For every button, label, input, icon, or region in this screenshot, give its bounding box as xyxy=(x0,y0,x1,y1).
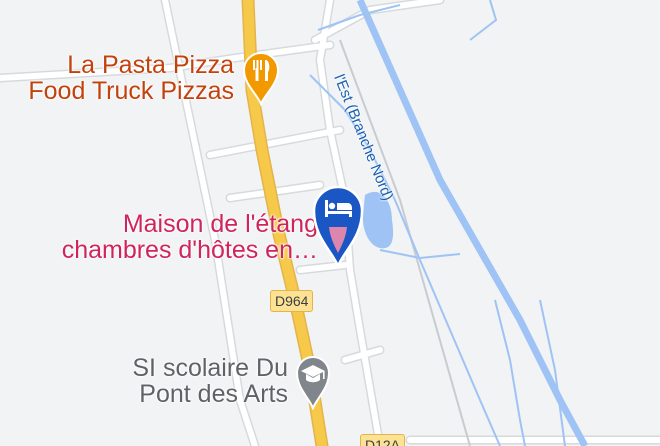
poi-label-line1: Maison de l'étang xyxy=(122,210,318,238)
poi-label-line1: La Pasta Pizza xyxy=(67,51,234,79)
poi-label-line2: Pont des Arts xyxy=(139,380,288,409)
restaurant-pin[interactable] xyxy=(242,50,280,106)
poi-label-line1: SI scolaire Du xyxy=(132,354,288,382)
road-shield-d964: D964 xyxy=(270,290,314,312)
poi-label-la-pasta-pizza[interactable]: La Pasta Pizza Food Truck Pizzas xyxy=(6,52,234,105)
map-canvas[interactable]: l'Est (Branche Nord) La Pasta Pizza Food… xyxy=(0,0,660,446)
poi-label-maison-de-letang[interactable]: Maison de l'étang chambres d'hôtes en… xyxy=(36,211,318,264)
road-shield-d12a: D12A xyxy=(360,434,406,446)
hotel-pin[interactable] xyxy=(312,183,364,269)
poi-label-si-scolaire[interactable]: SI scolaire Du Pont des Arts xyxy=(110,355,288,408)
poi-label-line2: Food Truck Pizzas xyxy=(28,77,234,106)
school-pin[interactable] xyxy=(295,354,331,410)
poi-label-line2: chambres d'hôtes en… xyxy=(61,236,318,265)
